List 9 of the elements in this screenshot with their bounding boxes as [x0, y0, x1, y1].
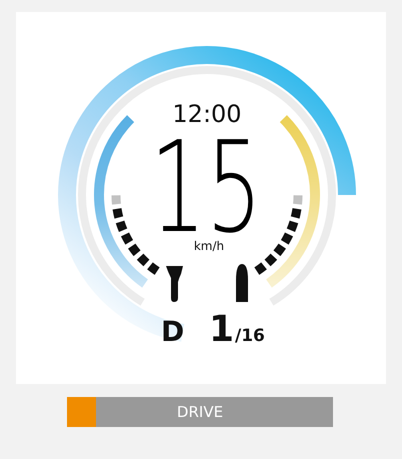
gear-number: 1	[209, 309, 234, 350]
drop-icon	[236, 264, 248, 302]
drive-mode-letter: D	[161, 315, 184, 348]
tee-icon	[166, 266, 183, 302]
clock-time: 12:00	[172, 100, 242, 128]
gear-total: /16	[235, 326, 265, 346]
speed-value: 15	[150, 138, 262, 239]
mode-label: DRIVE	[176, 402, 224, 423]
speed-unit: km/h	[194, 239, 224, 253]
